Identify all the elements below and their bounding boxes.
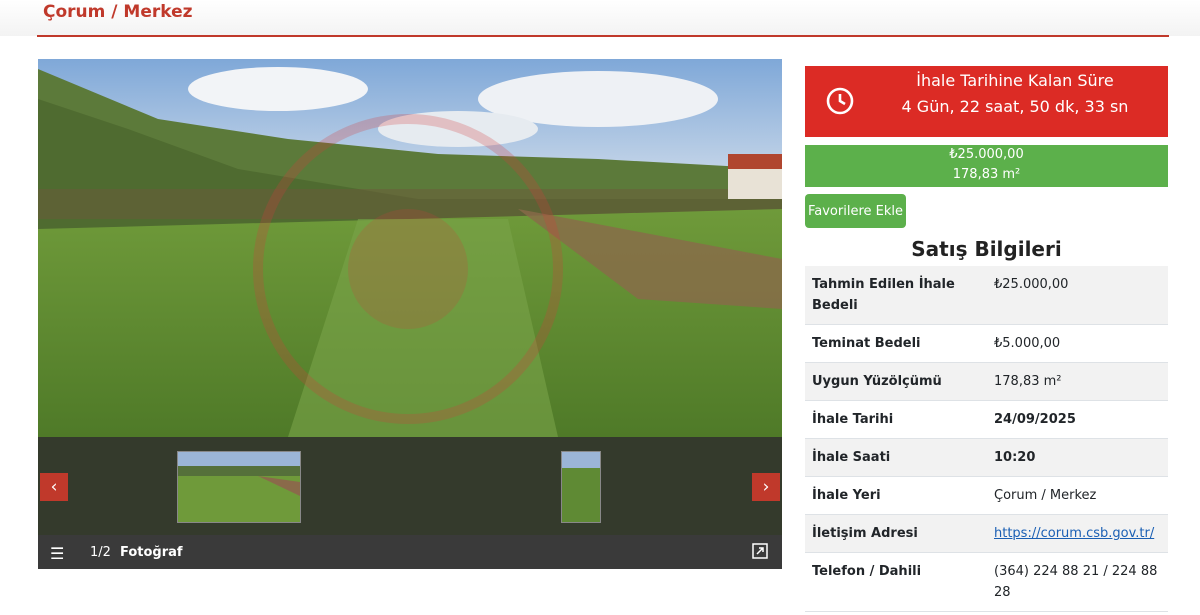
next-photo-button[interactable]: › — [752, 473, 780, 501]
price-amount: ₺25.000,00 — [949, 147, 1024, 162]
countdown-title: İhale Tarihine Kalan Süre — [916, 71, 1114, 90]
contact-link[interactable]: https://corum.csb.gov.tr/ — [994, 526, 1154, 541]
clock-icon — [825, 86, 855, 120]
price-area: 178,83 m² — [952, 167, 1021, 182]
row-key: Tahmin Edilen İhale Bedeli — [805, 266, 987, 325]
row-value: 178,83 m² — [987, 362, 1168, 401]
row-key: İhale Tarihi — [805, 400, 987, 439]
prev-photo-button[interactable]: ‹ — [40, 473, 68, 501]
table-row: İhale Yeri Çorum / Merkez — [805, 476, 1168, 515]
row-value: Çorum / Merkez — [987, 476, 1168, 515]
thumbnail-strip — [38, 437, 782, 535]
countdown-box: İhale Tarihine Kalan Süre 4 Gün, 22 saat… — [805, 66, 1168, 137]
table-row: Uygun Yüzölçümü 178,83 m² — [805, 362, 1168, 401]
fullscreen-icon[interactable] — [752, 543, 768, 563]
photo-gallery: ‹ › ☰ 1/2 Fotoğraf — [38, 59, 782, 569]
top-bar: Çorum / Merkez — [0, 0, 1200, 36]
photo-counter: 1/2 — [90, 545, 111, 560]
page-title: Çorum / Merkez — [43, 2, 193, 22]
row-value: 24/09/2025 — [987, 400, 1168, 439]
add-to-favorites-button[interactable]: Favorilere Ekle — [805, 194, 906, 228]
row-key: Uygun Yüzölçümü — [805, 362, 987, 401]
price-box: ₺25.000,00 178,83 m² — [805, 145, 1168, 187]
sales-info-table: Tahmin Edilen İhale Bedeli ₺25.000,00 Te… — [805, 266, 1168, 612]
row-value: ₺25.000,00 — [987, 266, 1168, 325]
row-key: Teminat Bedeli — [805, 324, 987, 363]
table-row: Teminat Bedeli ₺5.000,00 — [805, 324, 1168, 363]
chevron-left-icon: ‹ — [50, 477, 58, 497]
gallery-toolbar: ☰ 1/2 Fotoğraf — [38, 535, 782, 569]
row-key: Telefon / Dahili — [805, 552, 987, 612]
chevron-right-icon: › — [762, 477, 770, 497]
thumbnail-2[interactable] — [561, 451, 601, 523]
gallery-label: Fotoğraf — [120, 545, 183, 560]
row-value: ₺5.000,00 — [987, 324, 1168, 363]
table-row: İletişim Adresi https://corum.csb.gov.tr… — [805, 514, 1168, 553]
title-divider — [37, 35, 1169, 37]
countdown-time: 4 Gün, 22 saat, 50 dk, 33 sn — [901, 97, 1129, 116]
table-row: İhale Tarihi 24/09/2025 — [805, 400, 1168, 439]
sales-info-title: Satış Bilgileri — [911, 237, 1062, 261]
table-row: Tahmin Edilen İhale Bedeli ₺25.000,00 — [805, 266, 1168, 325]
table-row: Telefon / Dahili (364) 224 88 21 / 224 8… — [805, 552, 1168, 612]
row-value: (364) 224 88 21 / 224 88 28 — [987, 552, 1168, 612]
thumbnail-1[interactable] — [177, 451, 301, 523]
row-key: İhale Saati — [805, 438, 987, 477]
main-photo[interactable] — [38, 59, 782, 437]
row-key: İletişim Adresi — [805, 514, 987, 553]
row-value: 10:20 — [987, 438, 1168, 477]
table-row: İhale Saati 10:20 — [805, 438, 1168, 477]
list-icon[interactable]: ☰ — [50, 544, 64, 563]
row-key: İhale Yeri — [805, 476, 987, 515]
